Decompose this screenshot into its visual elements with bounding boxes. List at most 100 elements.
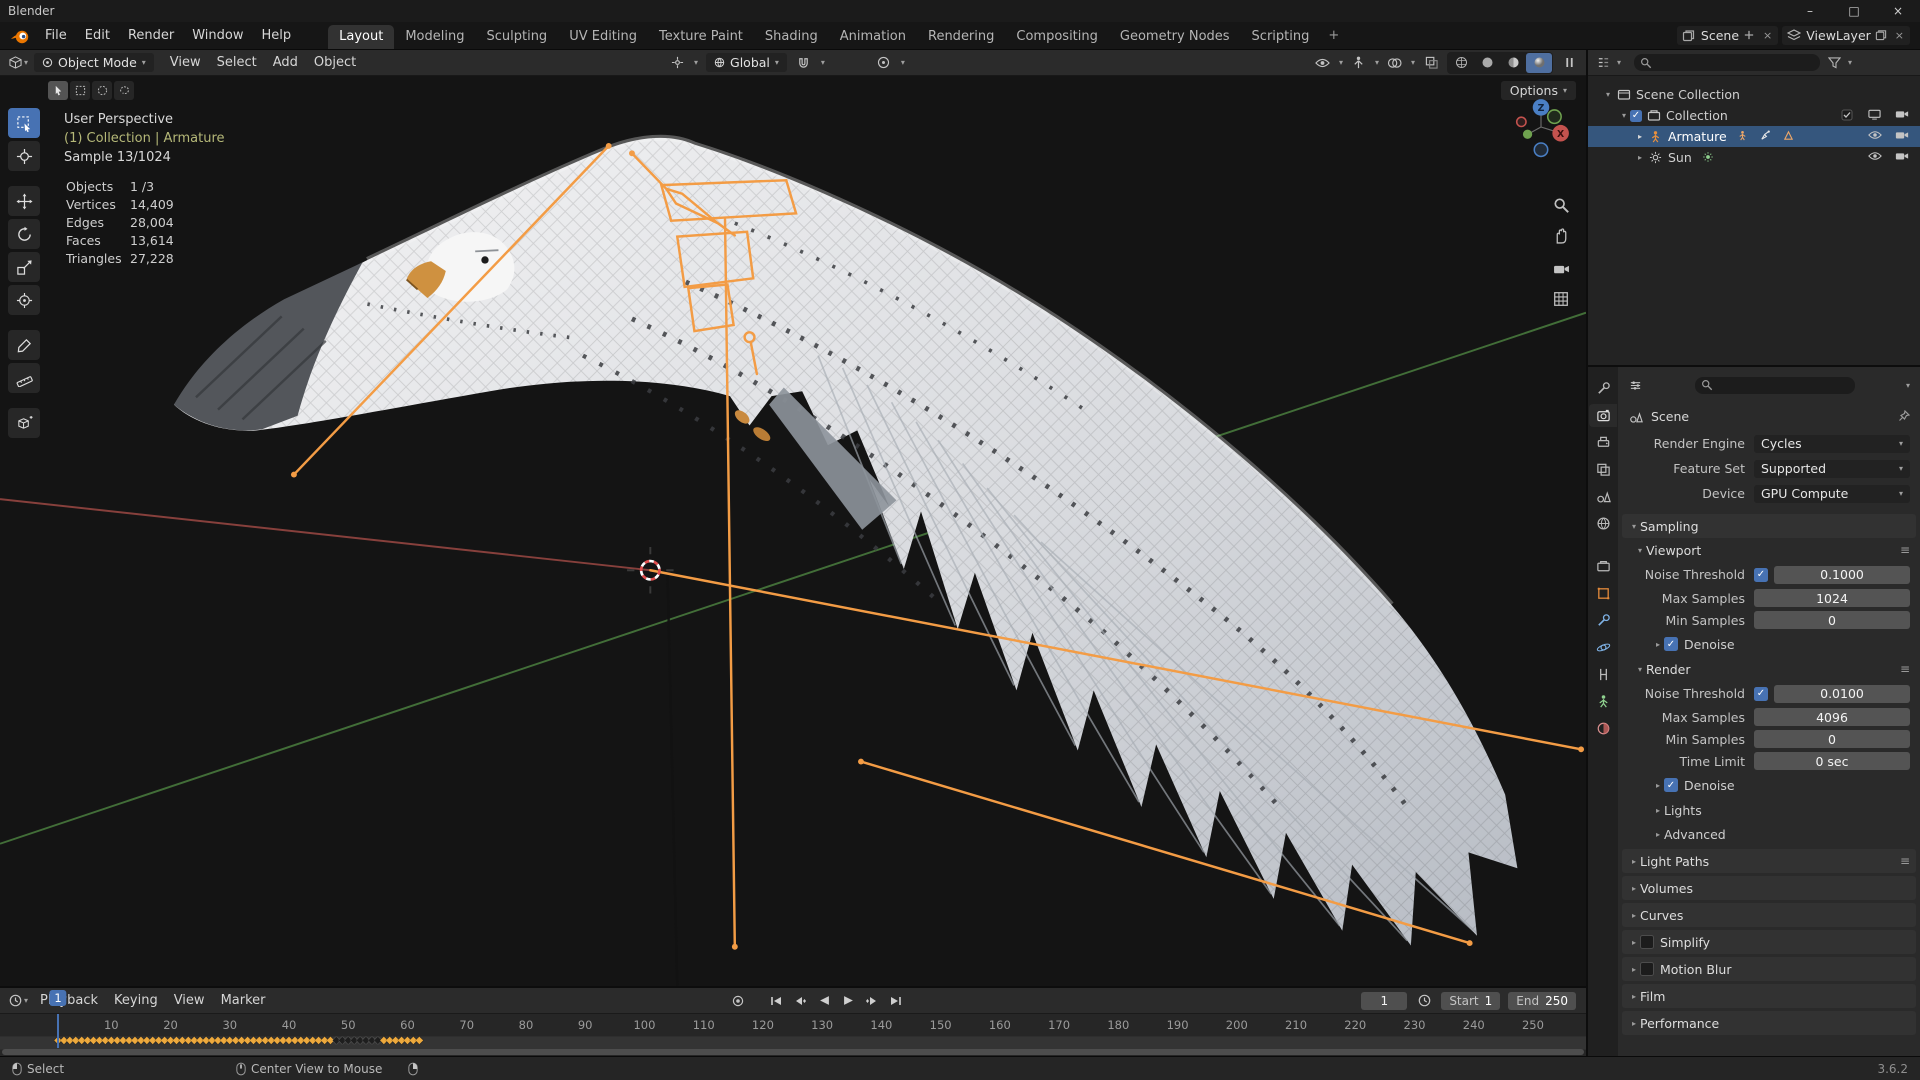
camera-view-icon[interactable] — [1550, 258, 1572, 280]
render-visibility-icon[interactable] — [1895, 130, 1909, 143]
tab-render[interactable] — [1589, 404, 1617, 427]
tab-collection[interactable] — [1589, 555, 1617, 578]
menu-window[interactable]: Window — [183, 22, 252, 49]
menu-help[interactable]: Help — [253, 22, 301, 49]
current-frame-line[interactable] — [57, 1014, 59, 1048]
navigation-gizmo-icon[interactable]: Z X — [1510, 96, 1572, 158]
tab-tool[interactable] — [1589, 377, 1617, 400]
show-gizmo-icon[interactable] — [1350, 55, 1368, 71]
tab-material[interactable] — [1589, 717, 1617, 740]
vp-max-samples-field[interactable]: 1024 — [1754, 589, 1910, 607]
transform-pivot-icon[interactable] — [668, 55, 686, 71]
hide-eye-icon[interactable] — [1868, 151, 1882, 164]
timeline-scrollbar[interactable] — [2, 1049, 1584, 1055]
ortho-grid-icon[interactable] — [1550, 288, 1572, 310]
tab-uv-editing[interactable]: UV Editing — [558, 25, 648, 49]
section-light-paths[interactable]: ▸Light Paths≡ — [1622, 849, 1916, 873]
panel-menu-icon[interactable]: ≡ — [1900, 543, 1910, 557]
tool-scale[interactable] — [8, 252, 40, 282]
keyframe-62[interactable]: ◆ — [415, 1035, 423, 1046]
section-simplify[interactable]: ▸✓Simplify — [1622, 930, 1916, 954]
vp-noise-threshold-checkbox[interactable]: ✓ — [1754, 568, 1768, 582]
viewlayer-selector[interactable]: ViewLayer × — [1782, 26, 1910, 45]
prev-keyframe-button[interactable] — [789, 992, 811, 1010]
viewport-canvas[interactable]: Options▾ User Perspective (1) Collection… — [0, 76, 1586, 986]
outliner-row-armature[interactable]: ▸ Armature — [1588, 126, 1920, 147]
render-visibility-icon[interactable] — [1895, 109, 1909, 122]
shading-solid-button[interactable] — [1474, 53, 1500, 73]
preview-range-clock-icon[interactable] — [1415, 993, 1433, 1009]
outliner-options-chevron-icon[interactable]: ▾ — [1848, 58, 1852, 67]
expand-icon[interactable]: ▾ — [1618, 111, 1630, 120]
show-overlays-icon[interactable] — [1386, 55, 1404, 71]
r-min-samples-field[interactable]: 0 — [1754, 730, 1910, 748]
section-motion-blur[interactable]: ▸✓Motion Blur — [1622, 957, 1916, 981]
scene-selector[interactable]: Scene × — [1677, 26, 1778, 45]
select-circle-button[interactable] — [92, 81, 112, 100]
shading-rendered-button[interactable] — [1526, 53, 1552, 73]
properties-search-input[interactable] — [1695, 377, 1855, 394]
play-reverse-button[interactable] — [813, 992, 835, 1010]
outliner-filter-icon[interactable] — [1825, 55, 1843, 71]
subsection-render[interactable]: ▾Render≡ — [1626, 657, 1910, 681]
current-frame-pill[interactable]: 1 — [49, 990, 66, 1006]
r-denoise-checkbox[interactable]: ✓ — [1664, 778, 1678, 792]
motion-blur-checkbox[interactable]: ✓ — [1640, 962, 1654, 976]
pan-hand-icon[interactable] — [1550, 224, 1572, 246]
expand-icon[interactable]: ▾ — [1602, 90, 1614, 99]
render-engine-dropdown[interactable]: Cycles▾ — [1754, 435, 1910, 453]
tab-scripting[interactable]: Scripting — [1241, 25, 1321, 49]
keyframe-track[interactable]: ◆◆◆◆◆◆◆◆◆◆◆◆◆◆◆◆◆◆◆◆◆◆◆◆◆◆◆◆◆◆◆◆◆◆◆◆◆◆◆◆… — [0, 1036, 1586, 1050]
tab-shading[interactable]: Shading — [754, 25, 829, 49]
frame-end-field[interactable]: End250 — [1508, 992, 1576, 1010]
section-curves[interactable]: ▸Curves — [1622, 903, 1916, 927]
viewport-menu-add[interactable]: Add — [265, 50, 306, 75]
properties-editor-icon[interactable] — [1626, 377, 1644, 393]
section-film[interactable]: ▸Film — [1622, 984, 1916, 1008]
timeline-editor[interactable]: ▾ PlaybackKeyingViewMarker 1 — [0, 986, 1586, 1056]
tab-modifiers[interactable] — [1589, 609, 1617, 632]
section-sampling[interactable]: ▾Sampling — [1622, 514, 1916, 538]
editor-type-chevron-icon[interactable]: ▾ — [24, 58, 28, 67]
r-max-samples-field[interactable]: 4096 — [1754, 708, 1910, 726]
scene-browse-icon[interactable] — [1682, 29, 1697, 42]
snap-chevron-icon[interactable]: ▾ — [821, 58, 825, 67]
collection-visible-checkbox[interactable] — [1841, 109, 1855, 122]
expand-icon[interactable]: ▸ — [1634, 132, 1646, 141]
tab-view-layer[interactable] — [1589, 458, 1617, 481]
unlink-scene-button[interactable]: × — [1762, 29, 1773, 42]
auto-keying-button[interactable] — [727, 992, 749, 1010]
tab-scene[interactable] — [1589, 485, 1617, 508]
feature-set-dropdown[interactable]: Supported▾ — [1754, 460, 1910, 478]
zoom-icon[interactable] — [1550, 194, 1572, 216]
proportional-editing-icon[interactable] — [875, 55, 893, 71]
gizmo-chevron-icon[interactable]: ▾ — [1375, 58, 1379, 67]
visibility-chevron-icon[interactable]: ▾ — [1339, 58, 1343, 67]
render-visibility-icon[interactable] — [1895, 151, 1909, 164]
viewport-display-icon[interactable] — [1868, 109, 1882, 122]
tab-object[interactable] — [1589, 582, 1617, 605]
menu-render[interactable]: Render — [119, 22, 183, 49]
tab-output[interactable] — [1589, 431, 1617, 454]
collection-checkbox[interactable]: ✓ — [1630, 110, 1642, 122]
shading-material-button[interactable] — [1500, 53, 1526, 73]
vp-denoise-checkbox[interactable]: ✓ — [1664, 637, 1678, 651]
hide-eye-icon[interactable] — [1868, 130, 1882, 143]
blender-logo-icon[interactable] — [10, 27, 32, 45]
select-tweak-button[interactable] — [48, 81, 68, 100]
r-denoise-row[interactable]: ▸✓ Denoise — [1626, 772, 1910, 798]
timeline-menu-playback[interactable]: Playback — [32, 988, 106, 1013]
editor-type-icon[interactable] — [6, 55, 24, 71]
r-noise-threshold-field[interactable]: 0.0100 — [1774, 685, 1910, 703]
vp-denoise-row[interactable]: ▸✓ Denoise — [1626, 631, 1910, 657]
tab-layout[interactable]: Layout — [328, 25, 394, 49]
maximize-button[interactable]: □ — [1832, 0, 1876, 22]
vp-min-samples-field[interactable]: 0 — [1754, 611, 1910, 629]
expand-icon[interactable]: ▸ — [1634, 153, 1646, 162]
tool-rotate[interactable] — [8, 219, 40, 249]
add-workspace-button[interactable]: + — [1320, 24, 1347, 48]
menu-file[interactable]: File — [36, 22, 76, 49]
tab-rendering[interactable]: Rendering — [917, 25, 1005, 49]
simplify-checkbox[interactable]: ✓ — [1640, 935, 1654, 949]
timeline-menu-view[interactable]: View — [166, 988, 213, 1013]
